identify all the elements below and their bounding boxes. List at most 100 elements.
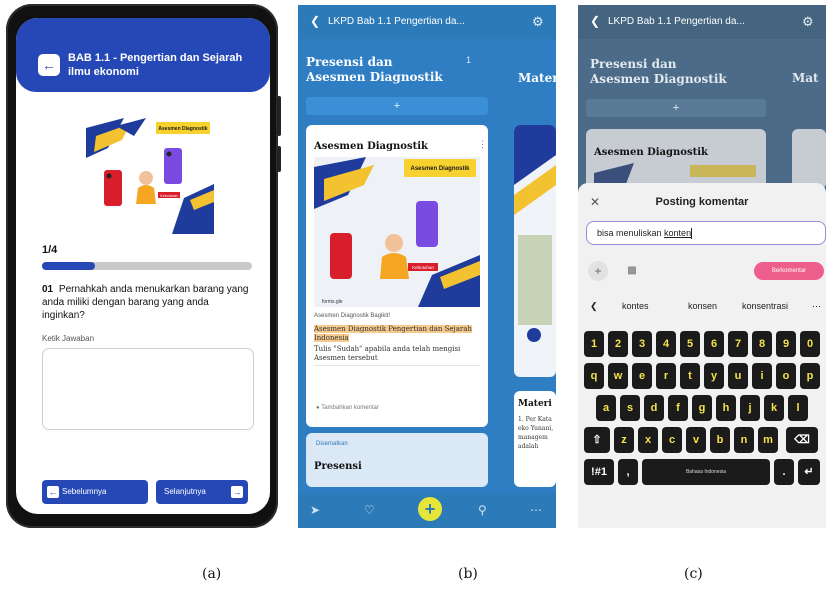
space-key[interactable]: Bahasa Indonesia <box>642 459 770 485</box>
more-options-icon[interactable]: ⋯ <box>530 503 542 517</box>
add-post-button[interactable]: + <box>306 97 488 115</box>
key-b[interactable]: b <box>710 427 730 453</box>
materi-card[interactable]: Materi 1. Per Kata eko Yunani, managem a… <box>514 391 556 487</box>
key-a[interactable]: a <box>596 395 616 421</box>
key-m[interactable]: m <box>758 427 778 453</box>
add-post-button-dim: + <box>586 99 766 117</box>
symbols-key[interactable]: !#1 <box>584 459 614 485</box>
back-chevron-icon[interactable]: ❮ <box>310 14 320 28</box>
post-artwork: Asesmen Diagnostik Kebutuhan forms.gle <box>314 157 480 307</box>
post-meta: Asesmen Diagnostik Bagikit! <box>314 313 391 319</box>
column-title: Presensi dan Asesmen Diagnostik <box>306 55 443 84</box>
key-c[interactable]: c <box>662 427 682 453</box>
key-q[interactable]: q <box>584 363 604 389</box>
answer-input[interactable] <box>42 348 254 430</box>
post-card[interactable]: Asesmen Diagnostik ⋮ Asesmen Diagnostik … <box>306 125 488 427</box>
divider <box>314 365 480 366</box>
comment-sheet: ✕ Posting komentar bisa menuliskan konte… <box>578 183 826 528</box>
key-w[interactable]: w <box>608 363 628 389</box>
key-n[interactable]: n <box>734 427 754 453</box>
key-t[interactable]: t <box>680 363 700 389</box>
suggestion-1[interactable]: kontes <box>622 301 649 311</box>
key-4[interactable]: 4 <box>656 331 676 357</box>
next-button[interactable]: Selanjutnya → <box>156 480 248 504</box>
gear-icon[interactable]: ⚙ <box>802 14 814 30</box>
suggestion-more-icon[interactable]: ⋯ <box>812 301 821 312</box>
materi-title: Materi <box>518 399 552 409</box>
side-post-card[interactable] <box>514 125 556 377</box>
phone-frame: ← BAB 1.1 - Pengertian dan Sejarah ilmu … <box>6 4 281 528</box>
key-9[interactable]: 9 <box>776 331 796 357</box>
more-icon[interactable]: ⋮ <box>478 139 487 150</box>
search-icon[interactable]: ⚲ <box>478 503 487 517</box>
shift-icon[interactable]: ⇧ <box>584 427 610 453</box>
key-0[interactable]: 0 <box>800 331 820 357</box>
comment-input[interactable]: bisa menuliskan konten <box>586 221 826 245</box>
progress-bar <box>42 262 252 270</box>
key-x[interactable]: x <box>638 427 658 453</box>
comment-input-word: konten <box>664 228 692 238</box>
back-arrow-icon[interactable]: ← <box>38 54 60 76</box>
key-y[interactable]: y <box>704 363 724 389</box>
key-i[interactable]: i <box>752 363 772 389</box>
padlet-board: ❮ LKPD Bab 1.1 Pengertian da... ⚙ Presen… <box>298 5 556 528</box>
add-comment-link[interactable]: ● Tambahkan komentar <box>316 405 379 411</box>
back-chevron-icon[interactable]: ❮ <box>590 14 600 28</box>
post-art-label: Kebutuhan <box>412 265 434 270</box>
post-highlight-text: Asesmen Diagnostik Pengertian dan Sejara… <box>314 325 472 342</box>
key-5[interactable]: 5 <box>680 331 700 357</box>
key-p[interactable]: p <box>800 363 820 389</box>
question-text: Pernahkah anda menukarkan barang yang an… <box>42 284 249 321</box>
post-title: Asesmen Diagnostik <box>314 141 428 152</box>
suggestion-back-icon[interactable]: ❮ <box>590 301 598 312</box>
key-2[interactable]: 2 <box>608 331 628 357</box>
arrow-right-icon: → <box>231 486 243 498</box>
gear-icon[interactable]: ⚙ <box>532 14 544 30</box>
board-topbar-dim: ❮ LKPD Bab 1.1 Pengertian da... ⚙ <box>578 5 826 39</box>
key-r[interactable]: r <box>656 363 676 389</box>
materi-text: 1. Per Kata eko Yunani, managem adalah <box>518 416 554 450</box>
progress-fill <box>42 262 95 270</box>
comma-key[interactable]: , <box>618 459 638 485</box>
key-s[interactable]: s <box>620 395 640 421</box>
suggestion-3[interactable]: konsentrasi <box>742 301 788 311</box>
add-icon[interactable]: + <box>418 497 442 521</box>
period-key[interactable]: . <box>774 459 794 485</box>
key-j[interactable]: j <box>740 395 760 421</box>
key-f[interactable]: f <box>668 395 688 421</box>
share-icon[interactable]: ➤ <box>310 503 320 517</box>
bell-icon[interactable]: ♡ <box>364 503 375 517</box>
key-h[interactable]: h <box>716 395 736 421</box>
attach-plus-icon[interactable]: + <box>588 261 608 281</box>
key-3[interactable]: 3 <box>632 331 652 357</box>
key-v[interactable]: v <box>686 427 706 453</box>
key-g[interactable]: g <box>692 395 712 421</box>
add-comment-label: Tambahkan komentar <box>321 405 379 411</box>
key-8[interactable]: 8 <box>752 331 772 357</box>
backspace-icon[interactable]: ⌫ <box>786 427 818 453</box>
suggestion-2[interactable]: konsen <box>688 301 717 311</box>
next-label: Selanjutnya <box>164 487 206 496</box>
comment-input-text: bisa menuliskan <box>597 228 665 238</box>
pinned-card[interactable]: Disematkan Presensi <box>306 433 488 487</box>
key-k[interactable]: k <box>764 395 784 421</box>
previous-button[interactable]: ← Sebelumnya <box>42 480 148 504</box>
bottom-toolbar: ➤ ♡ + ⚲ ⋯ <box>298 493 556 528</box>
key-d[interactable]: d <box>644 395 664 421</box>
quiz-illustration: Asesmen Diagnostik Kebutuhan <box>86 118 214 234</box>
column-title-2-dim: Mat <box>792 71 819 85</box>
key-l[interactable]: l <box>788 395 808 421</box>
media-icon[interactable]: ▩ <box>622 261 642 281</box>
key-o[interactable]: o <box>776 363 796 389</box>
key-u[interactable]: u <box>728 363 748 389</box>
submit-comment-button[interactable]: Berkomentar <box>754 262 824 280</box>
key-e[interactable]: e <box>632 363 652 389</box>
enter-icon[interactable]: ↵ <box>798 459 820 485</box>
key-6[interactable]: 6 <box>704 331 724 357</box>
key-1[interactable]: 1 <box>584 331 604 357</box>
post-highlight: Asesmen Diagnostik Pengertian dan Sejara… <box>314 325 478 343</box>
quiz-title: BAB 1.1 - Pengertian dan Sejarah ilmu ek… <box>68 52 243 78</box>
key-z[interactable]: z <box>614 427 634 453</box>
post-badge-text: Asesmen Diagnostik <box>410 166 470 172</box>
key-7[interactable]: 7 <box>728 331 748 357</box>
